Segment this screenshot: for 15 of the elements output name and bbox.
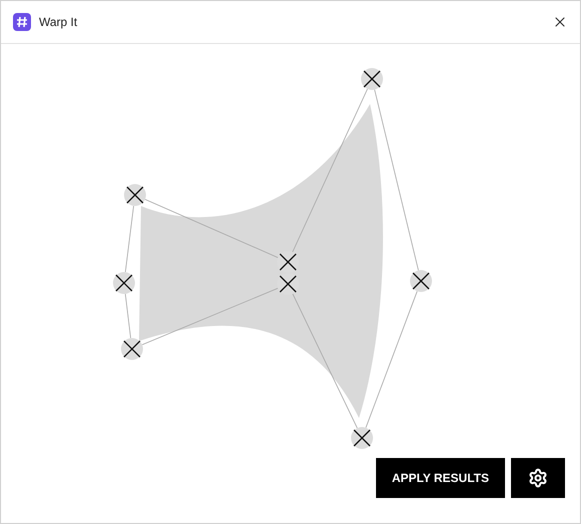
control-point-handle[interactable]: [121, 338, 143, 360]
guide-line: [124, 206, 134, 272]
window-title: Warp It: [39, 15, 78, 29]
app-logo-icon: [13, 13, 31, 31]
guide-line: [124, 294, 132, 338]
settings-button[interactable]: [511, 458, 565, 498]
control-point-handle[interactable]: [277, 273, 299, 295]
control-point-handle[interactable]: [361, 68, 383, 90]
control-point-handle[interactable]: [113, 272, 135, 294]
apply-results-button[interactable]: APPLY RESULTS: [376, 458, 505, 498]
control-point-handle[interactable]: [351, 427, 373, 449]
control-point-handle[interactable]: [410, 270, 432, 292]
gear-icon: [528, 468, 548, 488]
control-point-handle[interactable]: [124, 184, 146, 206]
control-point-handle[interactable]: [277, 251, 299, 273]
